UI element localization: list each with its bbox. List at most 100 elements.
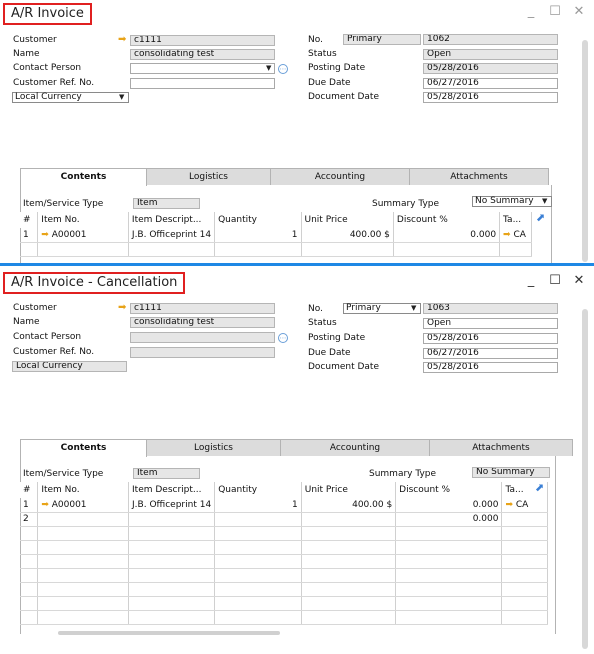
summary-type-field[interactable]: No Summary: [472, 467, 550, 478]
tax-cell[interactable]: ➡ CA: [501, 498, 548, 513]
table-row[interactable]: [20, 554, 548, 569]
item-number-cell[interactable]: [37, 512, 130, 527]
link-arrow-icon[interactable]: ➡: [118, 34, 126, 45]
minimize-button[interactable]: _: [524, 4, 538, 19]
column-header[interactable]: Discount %: [393, 212, 501, 228]
item-number-cell[interactable]: ➡ A00001: [37, 498, 130, 513]
contact-person-dropdown[interactable]: [130, 63, 275, 74]
horizontal-scrollbar[interactable]: [58, 631, 280, 635]
maximize-button[interactable]: ☐: [548, 273, 562, 288]
column-header[interactable]: Ta...: [499, 212, 532, 228]
contact-person-field[interactable]: [130, 332, 275, 343]
column-header[interactable]: #: [20, 482, 39, 498]
column-header[interactable]: Unit Price: [301, 482, 397, 498]
summary-type-select[interactable]: No Summary: [472, 196, 552, 207]
customer-ref-field[interactable]: [130, 78, 275, 89]
title-bar[interactable]: A/R Invoice - Cancellation _ ☐ ✕: [0, 269, 594, 297]
title-bar[interactable]: A/R Invoice _ ☐ ✕: [0, 0, 594, 28]
close-button[interactable]: ✕: [572, 273, 586, 288]
quantity-cell[interactable]: 1: [214, 228, 302, 243]
column-header[interactable]: Unit Price: [301, 212, 394, 228]
column-header[interactable]: Item No.: [37, 212, 129, 228]
vertical-scrollbar[interactable]: [582, 40, 588, 262]
table-row[interactable]: 2 0.000: [20, 512, 548, 527]
posting-date-field[interactable]: 05/28/2016: [423, 333, 558, 344]
chevron-down-icon[interactable]: ▼: [411, 304, 416, 313]
column-header[interactable]: Item Descript...: [128, 212, 216, 228]
close-button[interactable]: ✕: [572, 4, 586, 19]
column-header[interactable]: Discount %: [395, 482, 503, 498]
tab-attachments[interactable]: Attachments: [409, 168, 549, 185]
discount-cell[interactable]: 0.000: [393, 228, 501, 243]
series-select[interactable]: Primary: [343, 303, 421, 314]
tab-logistics[interactable]: Logistics: [146, 439, 281, 456]
item-number-cell[interactable]: ➡ A00001: [37, 228, 129, 243]
item-type-field[interactable]: Item: [133, 468, 200, 479]
chevron-down-icon[interactable]: ▼: [119, 93, 124, 102]
tab-contents[interactable]: Contents: [20, 168, 147, 186]
document-number-field[interactable]: 1062: [423, 34, 558, 45]
table-row[interactable]: 1 ➡ A00001 J.B. Officeprint 14 1 400.00 …: [20, 498, 548, 513]
tax-cell[interactable]: ➡ CA: [499, 228, 532, 243]
expand-table-icon[interactable]: ⬈: [535, 481, 544, 494]
expand-table-icon[interactable]: ⬈: [536, 211, 545, 224]
quantity-cell[interactable]: [214, 512, 302, 527]
minimize-button[interactable]: _: [524, 273, 538, 288]
maximize-button[interactable]: ☐: [548, 4, 562, 19]
column-header[interactable]: Item Descript...: [128, 482, 216, 498]
item-description-cell[interactable]: J.B. Officeprint 14: [128, 498, 216, 513]
info-circle-icon[interactable]: ⋯: [278, 64, 288, 74]
link-arrow-icon[interactable]: ➡: [505, 500, 513, 510]
link-arrow-icon[interactable]: ➡: [118, 302, 126, 313]
column-header[interactable]: #: [20, 212, 39, 228]
vertical-scrollbar[interactable]: [582, 309, 588, 649]
posting-date-field[interactable]: 05/28/2016: [423, 63, 558, 74]
chevron-down-icon[interactable]: ▼: [542, 197, 547, 206]
item-type-field[interactable]: Item: [133, 198, 200, 209]
customer-field[interactable]: c1111: [130, 35, 275, 46]
tab-logistics[interactable]: Logistics: [146, 168, 271, 185]
tab-contents[interactable]: Contents: [20, 439, 147, 457]
table-row[interactable]: [20, 242, 532, 257]
currency-select[interactable]: Local Currency: [12, 92, 129, 103]
link-arrow-icon[interactable]: ➡: [503, 230, 511, 240]
tab-attachments[interactable]: Attachments: [429, 439, 573, 456]
tax-cell[interactable]: [501, 512, 548, 527]
name-field[interactable]: consolidating test: [130, 49, 275, 60]
dropdown-arrow-icon[interactable]: ▼: [266, 64, 271, 73]
currency-field[interactable]: Local Currency: [12, 361, 127, 372]
table-row[interactable]: 1 ➡ A00001 J.B. Officeprint 14 1 400.00 …: [20, 228, 532, 243]
unit-price-cell[interactable]: 400.00 $: [301, 498, 397, 513]
link-arrow-icon[interactable]: ➡: [41, 230, 49, 240]
table-row[interactable]: [20, 540, 548, 555]
customer-field[interactable]: c1111: [130, 303, 275, 314]
due-date-field[interactable]: 06/27/2016: [423, 348, 558, 359]
table-row[interactable]: [20, 582, 548, 597]
status-field[interactable]: Open: [423, 318, 558, 329]
table-row[interactable]: [20, 610, 548, 625]
column-header[interactable]: Quantity: [214, 482, 302, 498]
status-field[interactable]: Open: [423, 49, 558, 60]
document-date-field[interactable]: 05/28/2016: [423, 92, 558, 103]
series-field[interactable]: Primary: [343, 34, 421, 45]
column-header[interactable]: Quantity: [214, 212, 302, 228]
item-description-cell[interactable]: J.B. Officeprint 14: [128, 228, 216, 243]
name-field[interactable]: consolidating test: [130, 317, 275, 328]
column-header[interactable]: Item No.: [37, 482, 130, 498]
unit-price-cell[interactable]: 400.00 $: [301, 228, 394, 243]
document-date-field[interactable]: 05/28/2016: [423, 362, 558, 373]
unit-price-cell[interactable]: [301, 512, 397, 527]
link-arrow-icon[interactable]: ➡: [41, 500, 49, 510]
discount-cell[interactable]: 0.000: [395, 512, 503, 527]
table-row[interactable]: [20, 526, 548, 541]
table-row[interactable]: [20, 596, 548, 611]
document-number-field[interactable]: 1063: [423, 303, 558, 314]
info-circle-icon[interactable]: ⋯: [278, 333, 288, 343]
customer-ref-field[interactable]: [130, 347, 275, 358]
quantity-cell[interactable]: 1: [214, 498, 302, 513]
tab-accounting[interactable]: Accounting: [270, 168, 410, 185]
tab-accounting[interactable]: Accounting: [280, 439, 430, 456]
due-date-field[interactable]: 06/27/2016: [423, 78, 558, 89]
discount-cell[interactable]: 0.000: [395, 498, 503, 513]
table-row[interactable]: [20, 568, 548, 583]
